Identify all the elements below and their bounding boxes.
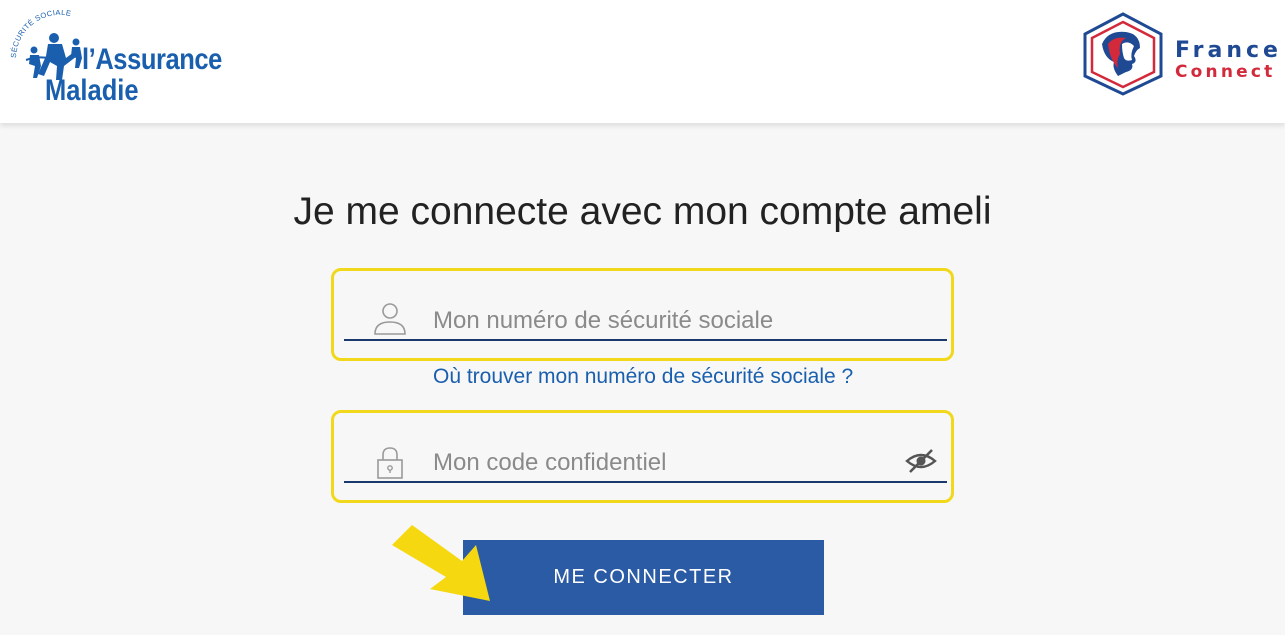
ssn-field-highlight: Mon numéro de sécurité sociale <box>331 268 954 361</box>
page-header: SÉCURITÉ SOCIALE l’Assurance Maladie <box>0 0 1285 123</box>
lock-icon <box>377 447 403 479</box>
ssn-help-link[interactable]: Où trouver mon numéro de sécurité social… <box>433 365 853 389</box>
franceconnect-name-line1: France <box>1175 38 1282 63</box>
brand-name-line1: l’Assurance <box>82 43 222 76</box>
page-title: Je me connecte avec mon compte ameli <box>293 190 992 233</box>
franceconnect-hexagon-icon <box>1083 12 1163 96</box>
password-input[interactable]: Mon code confidentiel <box>344 427 947 483</box>
brand-name-line2: Maladie <box>45 74 139 107</box>
assurance-maladie-logo[interactable]: SÉCURITÉ SOCIALE l’Assurance Maladie <box>10 10 222 107</box>
ssn-placeholder: Mon numéro de sécurité sociale <box>433 307 774 334</box>
franceconnect-logo[interactable]: France Connect <box>1078 10 1285 96</box>
password-field-highlight: Mon code confidentiel <box>331 410 954 503</box>
password-placeholder: Mon code confidentiel <box>433 449 667 476</box>
user-icon <box>374 303 406 335</box>
ssn-input[interactable]: Mon numéro de sécurité sociale <box>344 285 947 341</box>
eye-slash-icon[interactable] <box>905 447 937 475</box>
pointer-arrow-icon <box>392 525 490 601</box>
franceconnect-name-line2: Connect <box>1175 62 1276 82</box>
